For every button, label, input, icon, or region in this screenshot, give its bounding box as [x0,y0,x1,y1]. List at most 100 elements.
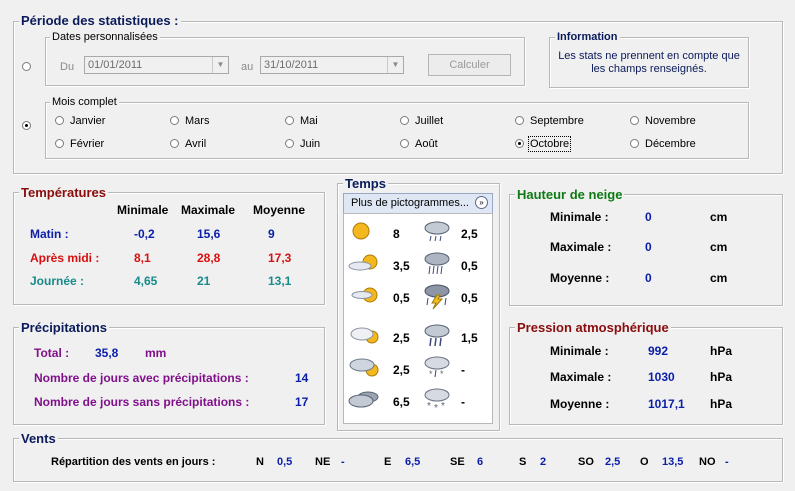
month-radio-decembre[interactable] [630,139,639,148]
information-text: Les stats ne prennent en compte que les … [558,50,740,75]
month-label-decembre[interactable]: Décembre [645,138,696,150]
vent-value-ne: - [341,456,345,468]
calculer-button[interactable]: Calculer [428,54,511,76]
month-label-avril[interactable]: Avril [185,138,206,150]
svg-text:*: * [429,369,433,379]
mois-group-label: Mois complet [50,96,119,108]
month-label-novembre[interactable]: Novembre [645,115,696,127]
month-radio-octobre[interactable] [515,139,524,148]
matin-max: 15,6 [197,227,221,241]
vent-value-so: 2,5 [605,456,621,468]
matin-avg: 9 [268,227,275,241]
svg-text:*: * [440,369,444,379]
month-radio-avril[interactable] [170,139,179,148]
vents-label: Répartition des vents en jours : [51,456,216,468]
weather-count: - [461,363,465,377]
vent-dir-ne: NE [315,456,331,468]
sleet-icon: * * [422,356,452,383]
weather-count: 3,5 [393,259,410,273]
month-radio-janvier[interactable] [55,116,64,125]
au-date-combo[interactable]: 31/10/2011 ▼ [260,56,404,74]
vent-dir-no: NO [699,456,716,468]
neige-min-value: 0 [645,210,652,224]
month-radio-fevrier[interactable] [55,139,64,148]
chevron-down-icon[interactable]: ▼ [387,57,403,73]
vent-dir-so: SO [578,456,594,468]
vent-value-o: 13,5 [662,456,684,468]
mois-complet-radio[interactable] [22,121,31,130]
weather-count: 2,5 [393,363,410,377]
snow-icon: * * * [422,388,452,415]
pression-avg-unit: hPa [710,397,733,411]
svg-text:*: * [427,401,431,412]
month-radio-mai[interactable] [285,116,294,125]
vent-value-e: 6,5 [405,456,421,468]
total-unit: mm [145,346,167,360]
weather-count: 0,5 [461,291,478,305]
month-radio-aout[interactable] [400,139,409,148]
apres-midi-avg: 17,3 [268,251,292,265]
neige-max-value: 0 [645,240,652,254]
weather-count: 0,5 [461,259,478,273]
month-label-fevrier[interactable]: Février [70,138,104,150]
month-label-janvier[interactable]: Janvier [70,115,105,127]
pression-max-unit: hPa [710,370,733,384]
month-label-mars[interactable]: Mars [185,115,209,127]
svg-text:*: * [441,401,445,412]
partly-cloudy-icon [348,324,382,349]
month-radio-juin[interactable] [285,139,294,148]
month-label-septembre[interactable]: Septembre [530,115,584,127]
month-label-mai[interactable]: Mai [300,115,318,127]
pression-avg-label: Moyenne : [550,397,610,411]
vent-value-s: 2 [540,456,547,468]
apres-midi-max: 28,8 [197,251,221,265]
du-date-combo[interactable]: 01/01/2011 ▼ [84,56,229,74]
pictogrammes-dropdown[interactable]: Plus de pictogrammes... » [343,193,493,214]
month-radio-septembre[interactable] [515,116,524,125]
pictogrammes-label: Plus de pictogrammes... [351,197,469,209]
statistics-window: { "periode": { "title": "Période des sta… [0,0,795,491]
col-moyenne: Moyenne [253,203,306,217]
vent-dir-n: N [256,456,264,468]
chevron-down-icon[interactable]: ▼ [212,57,228,73]
col-minimale: Minimale [117,203,169,217]
mostly-cloudy-icon [348,356,382,381]
month-label-octobre[interactable]: Octobre [527,136,572,152]
weather-count: 6,5 [393,395,410,409]
pression-min-value: 992 [648,344,669,358]
neige-title: Hauteur de neige [515,187,625,202]
month-label-juillet[interactable]: Juillet [415,115,443,127]
month-radio-juillet[interactable] [400,116,409,125]
month-radio-novembre[interactable] [630,116,639,125]
matin-min: -0,2 [134,227,155,241]
pression-title: Pression atmosphérique [515,320,671,335]
svg-text:*: * [434,403,438,412]
overcast-icon [348,388,382,413]
information-title: Information [555,31,620,43]
du-label: Du [60,61,75,73]
dates-personnalisees-radio[interactable] [22,62,31,71]
rain-icon [422,252,452,279]
weather-count: 0,5 [393,291,410,305]
month-label-juin[interactable]: Juin [300,138,320,150]
precipitations-title: Précipitations [19,320,109,335]
pression-max-label: Maximale : [550,370,612,384]
neige-avg-label: Moyenne : [550,271,610,285]
au-date-value: 31/10/2011 [264,59,319,71]
journee-min: 4,65 [134,274,158,288]
apres-midi-min: 8,1 [134,251,151,265]
month-label-aout[interactable]: Août [415,138,438,150]
temperatures-title: Températures [19,185,109,200]
heavy-rain-icon [422,324,452,351]
chevron-down-icon[interactable]: » [475,196,488,209]
drizzle-icon [422,220,452,247]
month-radio-mars[interactable] [170,116,179,125]
du-date-value: 01/01/2011 [88,59,143,71]
neige-avg-unit: cm [710,271,728,285]
vent-dir-s: S [519,456,527,468]
au-label: au [241,61,254,73]
vent-value-se: 6 [477,456,484,468]
journee-max: 21 [197,274,211,288]
col-maximale: Maximale [181,203,236,217]
dates-group-label: Dates personnalisées [50,31,160,43]
